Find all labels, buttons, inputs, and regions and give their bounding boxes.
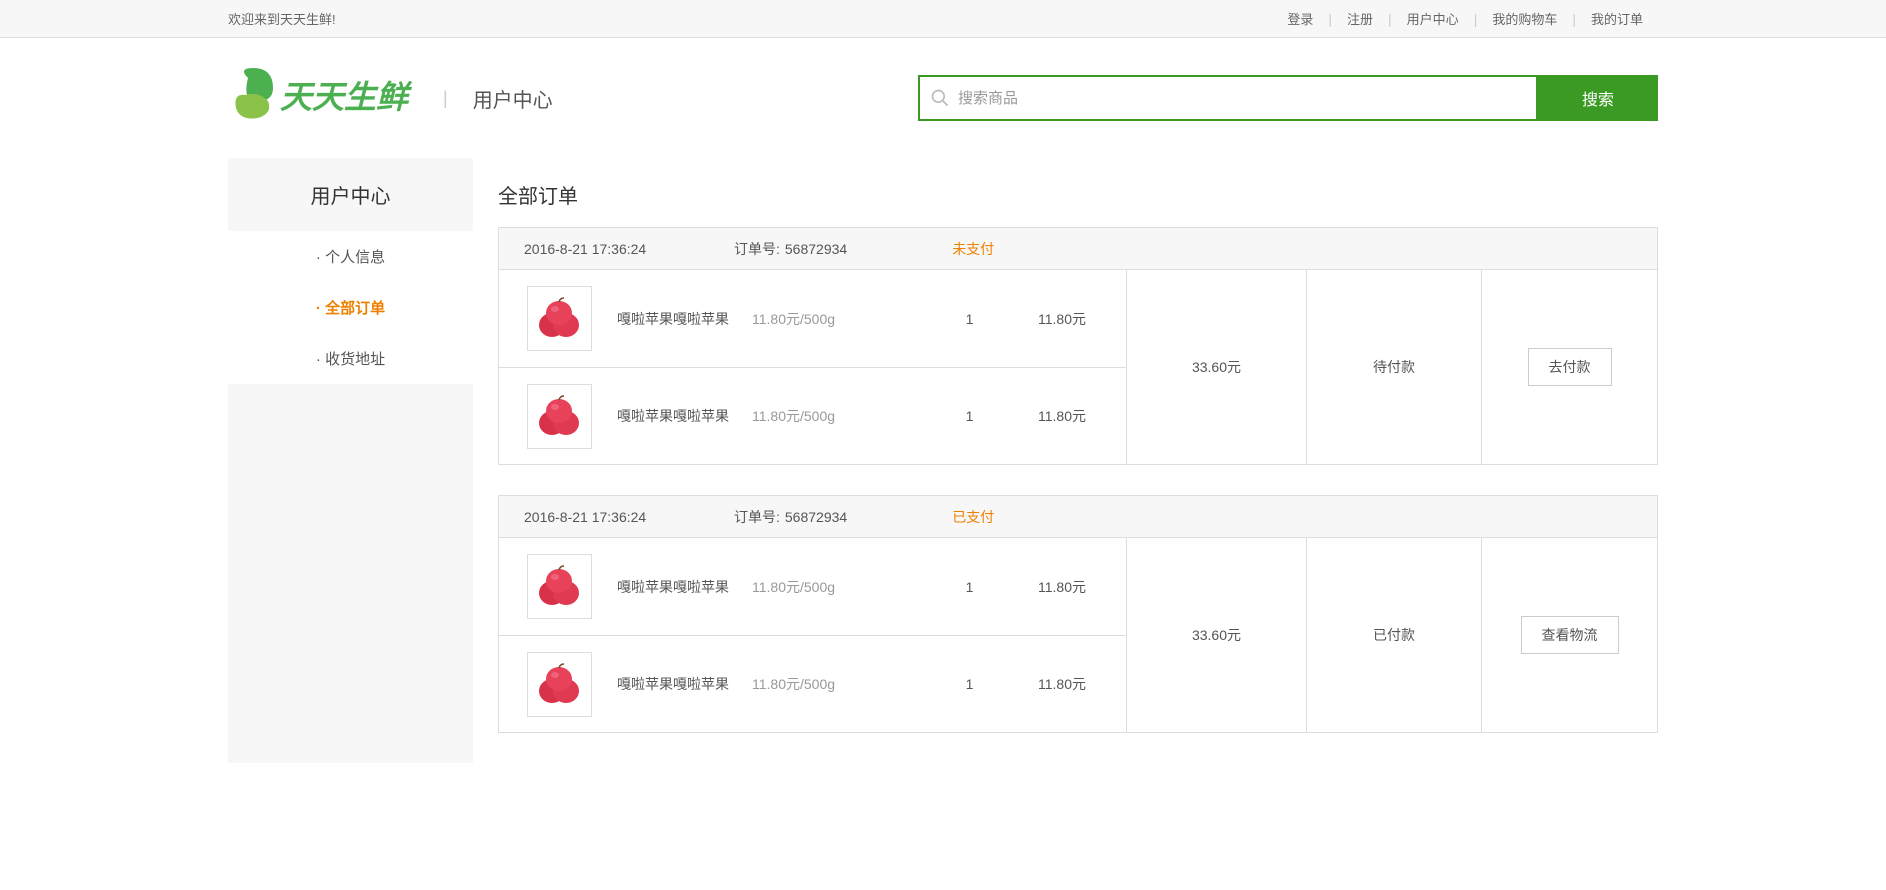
product-line-total: 11.80元 <box>1007 406 1106 426</box>
product-name: 嘎啦苹果嘎啦苹果 <box>617 674 752 694</box>
product-image <box>527 384 592 449</box>
sidebar: 用户中心 · 个人信息 · 全部订单 · 收货地址 <box>228 158 473 763</box>
product-image <box>527 652 592 717</box>
order-action-button[interactable]: 查看物流 <box>1521 616 1619 654</box>
order-state: 待付款 <box>1307 270 1482 464</box>
product-qty: 1 <box>932 579 1007 595</box>
product-name: 嘎啦苹果嘎啦苹果 <box>617 577 752 597</box>
order-sum: 33.60元 <box>1127 270 1307 464</box>
product-unit-price: 11.80元/500g <box>752 309 932 329</box>
product-qty: 1 <box>932 408 1007 424</box>
sidebar-item-profile[interactable]: · 个人信息 <box>228 231 473 282</box>
order-item: 嘎啦苹果嘎啦苹果 11.80元/500g 1 11.80元 <box>499 270 1126 367</box>
welcome-text: 欢迎来到天天生鲜! <box>228 9 336 28</box>
sidebar-item-address[interactable]: · 收货地址 <box>228 333 473 384</box>
order-block: 2016-8-21 17:36:24 订单号: 56872934 已支付 嘎啦苹… <box>498 495 1658 733</box>
content-title: 全部订单 <box>498 158 1658 227</box>
order-block: 2016-8-21 17:36:24 订单号: 56872934 未支付 嘎啦苹… <box>498 227 1658 465</box>
order-no: 56872934 <box>785 241 847 257</box>
order-item: 嘎啦苹果嘎啦苹果 11.80元/500g 1 11.80元 <box>499 635 1126 732</box>
sidebar-title: 用户中心 <box>228 158 473 231</box>
product-line-total: 11.80元 <box>1007 309 1106 329</box>
order-state: 已付款 <box>1307 538 1482 732</box>
order-action: 去付款 <box>1482 270 1657 464</box>
sidebar-item-orders[interactable]: · 全部订单 <box>228 282 473 333</box>
top-links: 登录 | 注册 | 用户中心 | 我的购物车 | 我的订单 <box>1272 9 1658 28</box>
login-link[interactable]: 登录 <box>1272 9 1328 28</box>
product-qty: 1 <box>932 676 1007 692</box>
order-no-label: 订单号: <box>734 239 780 259</box>
order-date: 2016-8-21 17:36:24 <box>499 509 734 525</box>
order-no: 56872934 <box>785 509 847 525</box>
logo[interactable]: 天天生鲜 <box>228 63 418 133</box>
product-line-total: 11.80元 <box>1007 674 1106 694</box>
order-action-button[interactable]: 去付款 <box>1528 348 1612 386</box>
order-action: 查看物流 <box>1482 538 1657 732</box>
product-line-total: 11.80元 <box>1007 577 1106 597</box>
order-body: 嘎啦苹果嘎啦苹果 11.80元/500g 1 11.80元 嘎啦苹果嘎啦苹果 1… <box>499 538 1657 732</box>
order-item: 嘎啦苹果嘎啦苹果 11.80元/500g 1 11.80元 <box>499 538 1126 635</box>
product-unit-price: 11.80元/500g <box>752 406 932 426</box>
search-icon <box>930 88 950 108</box>
my-cart-link[interactable]: 我的购物车 <box>1477 9 1572 28</box>
search-button[interactable]: 搜索 <box>1538 75 1658 121</box>
order-date: 2016-8-21 17:36:24 <box>499 241 734 257</box>
order-sum: 33.60元 <box>1127 538 1307 732</box>
order-items: 嘎啦苹果嘎啦苹果 11.80元/500g 1 11.80元 嘎啦苹果嘎啦苹果 1… <box>499 538 1127 732</box>
order-items: 嘎啦苹果嘎啦苹果 11.80元/500g 1 11.80元 嘎啦苹果嘎啦苹果 1… <box>499 270 1127 464</box>
search-input[interactable] <box>958 77 1536 119</box>
register-link[interactable]: 注册 <box>1332 9 1388 28</box>
order-item: 嘎啦苹果嘎啦苹果 11.80元/500g 1 11.80元 <box>499 367 1126 464</box>
user-center-link[interactable]: 用户中心 <box>1392 9 1474 28</box>
logo-icon: 天天生鲜 <box>228 63 418 133</box>
product-name: 嘎啦苹果嘎啦苹果 <box>617 309 752 329</box>
order-body: 嘎啦苹果嘎啦苹果 11.80元/500g 1 11.80元 嘎啦苹果嘎啦苹果 1… <box>499 270 1657 464</box>
product-name: 嘎啦苹果嘎啦苹果 <box>617 406 752 426</box>
product-image <box>527 286 592 351</box>
product-unit-price: 11.80元/500g <box>752 577 932 597</box>
order-header: 2016-8-21 17:36:24 订单号: 56872934 未支付 <box>499 228 1657 270</box>
product-image <box>527 554 592 619</box>
svg-text:天天生鲜: 天天生鲜 <box>280 79 413 115</box>
order-no-label: 订单号: <box>734 507 780 527</box>
order-status: 未支付 <box>952 239 994 259</box>
my-orders-link[interactable]: 我的订单 <box>1576 9 1658 28</box>
product-unit-price: 11.80元/500g <box>752 674 932 694</box>
header-divider: | <box>443 88 448 109</box>
order-header: 2016-8-21 17:36:24 订单号: 56872934 已支付 <box>499 496 1657 538</box>
page-title: 用户中心 <box>473 84 553 113</box>
order-status: 已支付 <box>952 507 994 527</box>
product-qty: 1 <box>932 311 1007 327</box>
